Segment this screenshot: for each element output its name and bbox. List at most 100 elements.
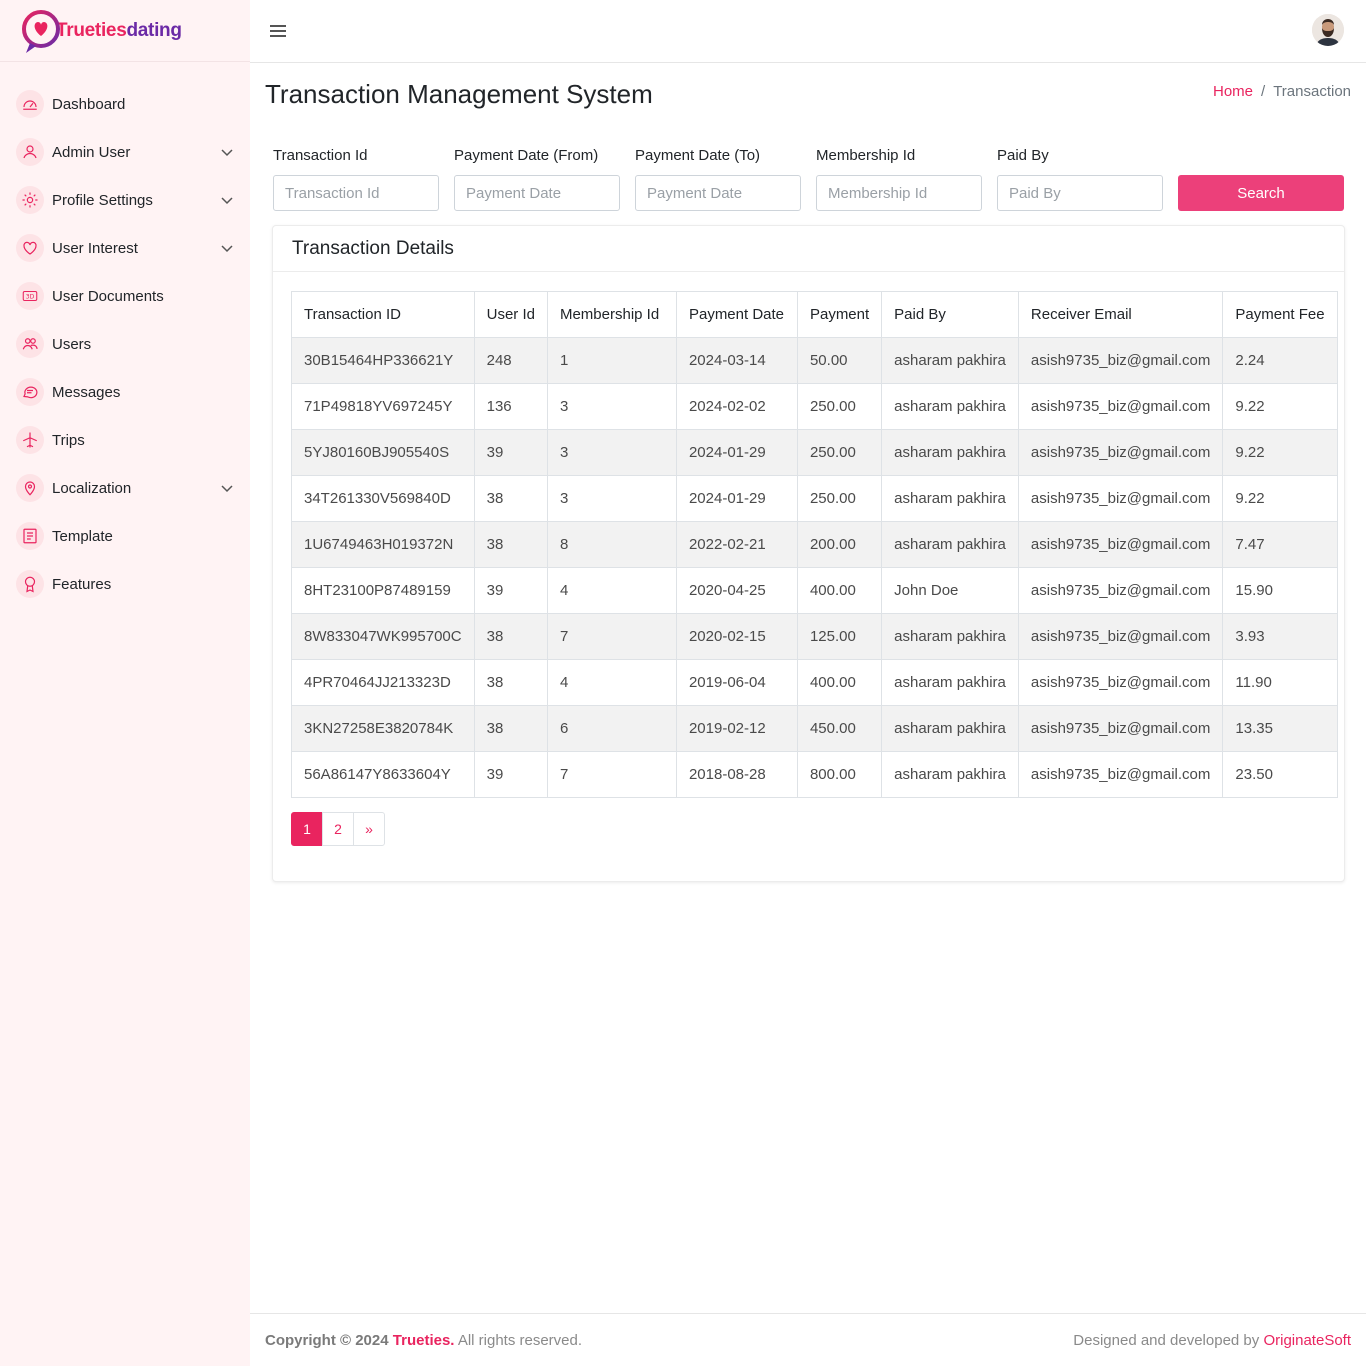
table-cell: asish9735_biz@gmail.com: [1017, 429, 1224, 476]
sidebar-item-label: Template: [52, 527, 113, 545]
chat-icon: [16, 378, 44, 406]
page-link-2[interactable]: 2: [322, 812, 354, 846]
sidebar-item-user-documents[interactable]: 3D User Documents: [0, 272, 250, 320]
table-cell: 71P49818YV697245Y: [291, 383, 475, 430]
sidebar-menu: Dashboard Admin User Profile Settings Us…: [0, 62, 250, 608]
table-cell: 2020-02-15: [675, 613, 798, 660]
table-cell: 2019-02-12: [675, 705, 798, 752]
table-cell: 38: [473, 613, 548, 660]
table-cell: 1U6749463H019372N: [291, 521, 475, 568]
table-row: 56A86147Y8633604Y 39 7 2018-08-28 800.00 asha…: [291, 751, 1338, 798]
sidebar-item-trips[interactable]: Trips: [0, 416, 250, 464]
sidebar-item-user-interest[interactable]: User Interest: [0, 224, 250, 272]
table-cell: 23.50: [1222, 751, 1338, 798]
breadcrumb-home-link[interactable]: Home: [1213, 83, 1253, 100]
table-cell: 2024-03-14: [675, 337, 798, 384]
page-next-button[interactable]: »: [353, 812, 385, 846]
hamburger-menu-icon[interactable]: [270, 22, 286, 40]
membership-id-label: Membership Id: [816, 147, 916, 164]
table-cell: 8W833047WK995700C: [291, 613, 475, 660]
table-cell: asish9735_biz@gmail.com: [1017, 521, 1224, 568]
table-row: 4PR70464JJ213323D 38 4 2019-06-04 400.00 asha…: [291, 659, 1338, 706]
table-cell: 2019-06-04: [675, 659, 798, 706]
table-cell: 800.00: [796, 751, 883, 798]
table-cell: asharam pakhira: [881, 383, 1019, 430]
table-row: 3KN27258E3820784K 38 6 2019-02-12 450.00 asha…: [291, 705, 1338, 752]
table-cell: 38: [473, 659, 548, 706]
footer-credits: Designed and developed by OriginateSoft: [1073, 1332, 1351, 1349]
sidebar: Truetiesdating Dashboard Admin User Prof…: [0, 0, 250, 1366]
table-cell: 9.22: [1222, 475, 1338, 522]
sidebar-item-users[interactable]: Users: [0, 320, 250, 368]
table-cell: 39: [473, 429, 548, 476]
table-cell: 9.22: [1222, 429, 1338, 476]
table-cell: 250.00: [796, 475, 883, 522]
table-cell: 2024-01-29: [675, 475, 798, 522]
column-header[interactable]: User Id: [473, 291, 548, 338]
sidebar-item-dashboard[interactable]: Dashboard: [0, 80, 250, 128]
sidebar-item-localization[interactable]: Localization: [0, 464, 250, 512]
chevron-down-icon: [221, 197, 233, 205]
chevron-down-icon: [221, 149, 233, 157]
table-row: 8W833047WK995700C 38 7 2020-02-15 125.00 asha…: [291, 613, 1338, 660]
brand-logo-area[interactable]: Truetiesdating: [0, 0, 250, 62]
sidebar-item-features[interactable]: Features: [0, 560, 250, 608]
table-body: 30B15464HP336621Y 248 1 2024-03-14 50.00 asha…: [291, 337, 1338, 798]
avatar[interactable]: [1312, 14, 1344, 46]
sidebar-item-admin-user[interactable]: Admin User: [0, 128, 250, 176]
table-cell: asish9735_biz@gmail.com: [1017, 567, 1224, 614]
table-header-row: Transaction ID User Id Membership Id Pay…: [291, 291, 1338, 338]
filter-payment-date-to-group: Payment Date (To): [635, 147, 801, 211]
sidebar-item-profile-settings[interactable]: Profile Settings: [0, 176, 250, 224]
column-header[interactable]: Transaction ID: [291, 291, 475, 338]
table-cell: 2022-02-21: [675, 521, 798, 568]
transaction-id-input[interactable]: [273, 175, 439, 211]
breadcrumb-separator: /: [1261, 83, 1266, 100]
payment-date-from-input[interactable]: [454, 175, 620, 211]
table-cell: 136: [473, 383, 548, 430]
sidebar-item-label: Dashboard: [52, 95, 126, 113]
membership-id-input[interactable]: [816, 175, 982, 211]
paid-by-label: Paid By: [997, 147, 1049, 164]
table-cell: 3KN27258E3820784K: [291, 705, 475, 752]
table-cell: 39: [473, 751, 548, 798]
table-cell: 2024-02-02: [675, 383, 798, 430]
svg-text:3D: 3D: [26, 294, 35, 301]
sidebar-item-label: Admin User: [52, 143, 131, 161]
payment-date-to-label: Payment Date (To): [635, 147, 761, 164]
search-button[interactable]: Search: [1178, 175, 1344, 211]
sidebar-item-messages[interactable]: Messages: [0, 368, 250, 416]
column-header[interactable]: Receiver Email: [1017, 291, 1224, 338]
page-link-1[interactable]: 1: [291, 812, 323, 846]
table-cell: 200.00: [796, 521, 883, 568]
sidebar-item-template[interactable]: Template: [0, 512, 250, 560]
table-cell: 39: [473, 567, 548, 614]
table-cell: asharam pakhira: [881, 429, 1019, 476]
table-cell: 56A86147Y8633604Y: [291, 751, 475, 798]
paid-by-input[interactable]: [997, 175, 1163, 211]
column-header[interactable]: Payment Fee: [1222, 291, 1338, 338]
column-header[interactable]: Payment: [796, 291, 883, 338]
brand-name: Truetiesdating: [56, 20, 182, 42]
table-cell: 13.35: [1222, 705, 1338, 752]
footer-developer-link[interactable]: OriginateSoft: [1263, 1332, 1351, 1349]
table-cell: 30B15464HP336621Y: [291, 337, 475, 384]
table-cell: 2.24: [1222, 337, 1338, 384]
table-cell: 2018-08-28: [675, 751, 798, 798]
table-row: 5YJ80160BJ905540S 39 3 2024-01-29 250.00 asha…: [291, 429, 1338, 476]
column-header[interactable]: Paid By: [881, 291, 1019, 338]
footer-brand-link[interactable]: Trueties.: [393, 1332, 455, 1349]
footer-designed-by: Designed and developed by: [1073, 1331, 1260, 1349]
column-header[interactable]: Membership Id: [546, 291, 677, 338]
filter-membership-id-group: Membership Id: [816, 147, 982, 211]
footer-rights: All rights reserved.: [457, 1331, 583, 1349]
table-cell: asharam pakhira: [881, 475, 1019, 522]
user-icon: [16, 138, 44, 166]
table-cell: 38: [473, 521, 548, 568]
payment-date-to-input[interactable]: [635, 175, 801, 211]
table-cell: asharam pakhira: [881, 613, 1019, 660]
footer-copyright: Copyright © 2024 Trueties. All rights re…: [265, 1332, 582, 1349]
table-cell: 3: [546, 383, 677, 430]
chevron-down-icon: [221, 485, 233, 493]
column-header[interactable]: Payment Date: [675, 291, 798, 338]
